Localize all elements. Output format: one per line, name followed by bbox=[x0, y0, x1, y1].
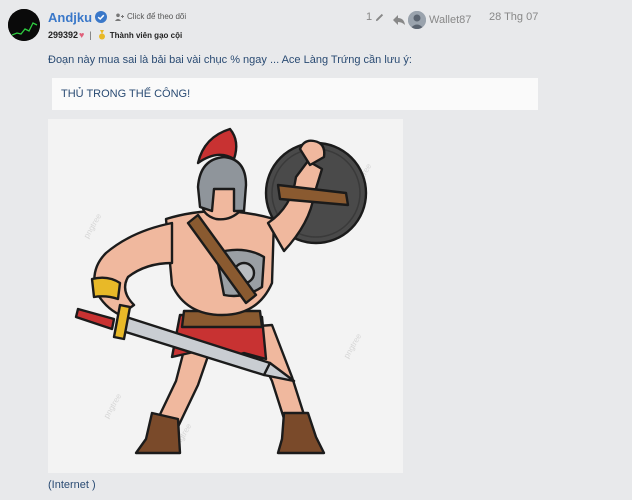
image-caption-link[interactable]: (Internet ) bbox=[48, 479, 96, 491]
quote-block: THỦ TRONG THẾ CÔNG! bbox=[52, 78, 538, 110]
reply-arrow-icon bbox=[393, 15, 405, 25]
follow-label: Click để theo dõi bbox=[127, 12, 187, 21]
quote-text: THỦ TRONG THẾ CÔNG! bbox=[61, 88, 191, 100]
post-date-link[interactable]: 28 Thg 07 bbox=[489, 11, 538, 23]
add-user-icon bbox=[115, 13, 124, 21]
post-body-text: Đoạn này mua sai là bải bai vài chục % n… bbox=[48, 54, 412, 66]
avatar-chart-icon bbox=[8, 9, 40, 41]
user-stats: 299392 ♥ | Thành viên gạo cội bbox=[48, 30, 182, 40]
score-value: 299392 bbox=[48, 30, 79, 40]
rank-badge: Thành viên gạo cội bbox=[109, 30, 183, 40]
divider: | bbox=[89, 30, 92, 40]
verified-icon bbox=[95, 11, 107, 23]
medal-icon bbox=[98, 30, 105, 40]
edit-history-button[interactable]: 1 bbox=[366, 11, 384, 23]
gladiator-illustration: pngtree pngtree pngtree pngtree pngtree bbox=[48, 119, 403, 473]
heart-icon: ♥ bbox=[79, 30, 85, 40]
reply-to-username: Wallet87 bbox=[429, 14, 472, 26]
reply-user-avatar bbox=[408, 11, 426, 29]
author-avatar[interactable] bbox=[8, 9, 40, 41]
follow-button[interactable]: Click để theo dõi bbox=[115, 12, 186, 21]
person-avatar-icon bbox=[408, 11, 426, 29]
post-image[interactable]: pngtree pngtree pngtree pngtree pngtree bbox=[48, 119, 403, 473]
reply-to-link[interactable]: Wallet87 bbox=[393, 11, 471, 29]
edit-count: 1 bbox=[366, 11, 373, 23]
pencil-icon bbox=[376, 13, 384, 21]
author-name-link[interactable]: Andjku bbox=[48, 10, 92, 25]
